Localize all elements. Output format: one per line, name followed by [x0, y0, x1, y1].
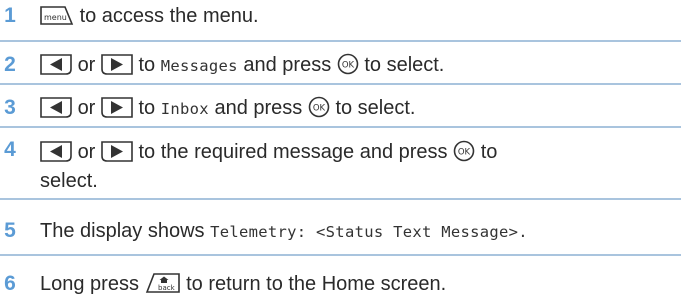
step-1-text: to access the menu.	[79, 5, 259, 27]
menu-target: Inbox	[160, 100, 209, 118]
step-text: or to the required message and press OK …	[40, 138, 673, 196]
to-text: to	[138, 97, 156, 119]
ok-key-label: OK	[458, 148, 471, 158]
step-3: 3 or to Inbox and press OK to select.	[0, 85, 681, 128]
step-text: menu to access the menu.	[40, 4, 673, 28]
ok-key-icon: OK	[453, 140, 475, 162]
back-key-label: back	[158, 284, 176, 292]
step-number: 5	[4, 219, 16, 242]
left-arrow-key-icon	[40, 53, 72, 75]
suffix-text: to return to the Home screen.	[186, 273, 447, 295]
step-text: or to Inbox and press OK to select.	[40, 96, 673, 121]
ok-key-icon: OK	[308, 96, 330, 118]
menu-key-label: menu	[44, 13, 67, 22]
telemetry-display-text: Telemetry: <Status Text Message>.	[210, 223, 528, 241]
instruction-steps: 1 menu to access the menu. 2 or to Messa…	[0, 0, 681, 304]
back-home-key-icon: back	[145, 272, 181, 294]
step-2: 2 or to Messages and press OK to select.	[0, 42, 681, 85]
right-arrow-key-icon	[101, 140, 133, 162]
step-number: 4	[4, 138, 16, 161]
left-arrow-key-icon	[40, 140, 72, 162]
tail-text: to select.	[364, 54, 445, 76]
or-text: or	[77, 141, 96, 163]
step-1: 1 menu to access the menu.	[0, 0, 681, 42]
menu-target: Messages	[160, 57, 238, 75]
menu-key-icon: menu	[40, 4, 74, 26]
tail-text: to	[480, 141, 498, 163]
ok-key-label: OK	[313, 104, 326, 114]
ok-key-icon: OK	[337, 53, 359, 75]
step-5-text: The display shows	[40, 220, 205, 242]
step-number: 3	[4, 96, 16, 119]
step-text: The display shows Telemetry: <Status Tex…	[40, 219, 673, 244]
mid-text: to the required message and press	[138, 141, 448, 163]
tail-text: to select.	[335, 97, 416, 119]
step-number: 2	[4, 53, 16, 76]
and-press-text: and press	[243, 54, 332, 76]
step-number: 1	[4, 4, 16, 27]
ok-key-label: OK	[342, 61, 355, 71]
step-6: 6 Long press back to return to the Home …	[0, 256, 681, 304]
or-text: or	[77, 97, 96, 119]
right-arrow-key-icon	[101, 53, 133, 75]
step-5: 5 The display shows Telemetry: <Status T…	[0, 200, 681, 256]
and-press-text: and press	[214, 97, 303, 119]
prefix-text: Long press	[40, 273, 139, 295]
step-number: 6	[4, 272, 16, 295]
line2-text: select.	[40, 170, 98, 192]
step-text: Long press back to return to the Home sc…	[40, 272, 673, 296]
step-text: or to Messages and press OK to select.	[40, 53, 673, 78]
right-arrow-key-icon	[101, 96, 133, 118]
or-text: or	[77, 54, 96, 76]
to-text: to	[138, 54, 156, 76]
left-arrow-key-icon	[40, 96, 72, 118]
step-4: 4 or to the required message and press O…	[0, 128, 681, 200]
